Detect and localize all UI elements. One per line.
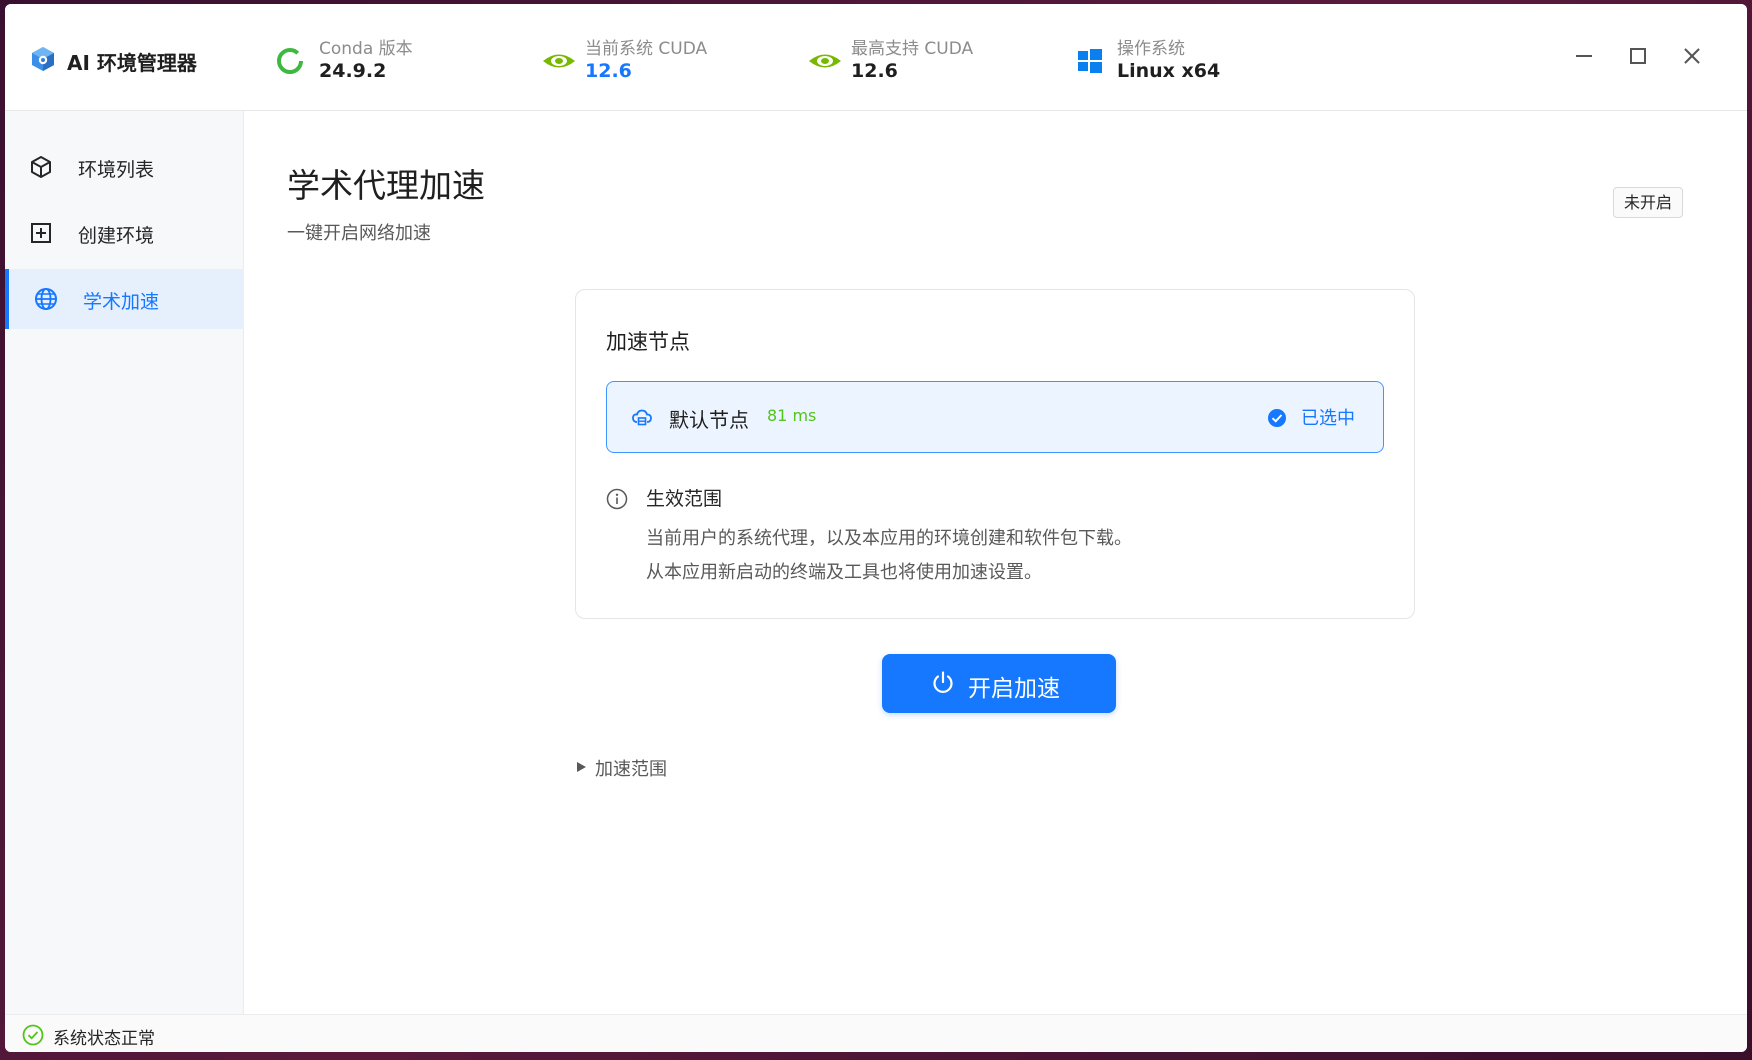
close-icon[interactable] — [1678, 42, 1706, 70]
node-name: 默认节点 — [669, 408, 749, 432]
app-logo-icon — [32, 47, 54, 71]
conda-version-label: Conda 版本 — [319, 39, 413, 59]
power-icon — [933, 671, 953, 693]
conda-version-value: 24.9.2 — [319, 60, 387, 82]
sidebar-item-label: 学术加速 — [83, 291, 160, 313]
globe-icon — [35, 288, 57, 310]
header: AI 环境管理器 Conda 版本 24.9.2 当前系统 CUDA 12.6 — [5, 4, 1747, 111]
scope-description-line: 当前用户的系统代理，以及本应用的环境创建和软件包下载。 — [646, 528, 1132, 549]
current-cuda-value: 12.6 — [585, 60, 632, 82]
sidebar-item-label: 创建环境 — [78, 225, 155, 247]
conda-icon — [277, 48, 303, 74]
card-title: 加速节点 — [606, 330, 690, 354]
status-text: 系统状态正常 — [53, 1029, 155, 1049]
os-label: 操作系统 — [1117, 39, 1185, 59]
maximize-icon[interactable] — [1624, 42, 1652, 70]
scope-description-line: 从本应用新启动的终端及工具也将使用加速设置。 — [646, 562, 1042, 583]
check-circle-icon — [1268, 409, 1286, 427]
status-bar: 系统状态正常 — [5, 1014, 1747, 1052]
minimize-icon[interactable] — [1570, 42, 1598, 70]
cloud-server-icon — [632, 409, 652, 426]
main-content: 学术代理加速 一键开启网络加速 未开启 加速节点 默认节点 81 ms 已选中 — [245, 111, 1747, 1014]
sidebar-item-label: 环境列表 — [78, 159, 155, 181]
app-title: AI 环境管理器 — [67, 51, 197, 75]
check-circle-icon — [22, 1024, 44, 1046]
sidebar: 环境列表 创建环境 学术加速 — [5, 111, 244, 1014]
scope-title: 生效范围 — [646, 488, 723, 510]
expander-label: 加速范围 — [595, 759, 667, 780]
app-window: AI 环境管理器 Conda 版本 24.9.2 当前系统 CUDA 12.6 — [5, 4, 1747, 1052]
info-icon — [606, 488, 628, 510]
status-badge: 未开启 — [1613, 187, 1684, 218]
sidebar-item-create-env[interactable]: 创建环境 — [5, 203, 244, 263]
acceleration-node-card: 加速节点 默认节点 81 ms 已选中 生效范围 当前用户的系统代理，以及本应用… — [575, 289, 1415, 619]
start-acceleration-label: 开启加速 — [968, 675, 1060, 701]
plus-square-icon — [31, 223, 51, 243]
nvidia-icon — [543, 54, 575, 68]
windows-icon — [1078, 49, 1102, 73]
current-cuda-label: 当前系统 CUDA — [585, 39, 708, 59]
max-cuda-label: 最高支持 CUDA — [851, 39, 974, 59]
caret-right-icon — [577, 762, 586, 772]
start-acceleration-button[interactable]: 开启加速 — [882, 654, 1116, 713]
node-selected-label: 已选中 — [1301, 408, 1355, 429]
sidebar-item-academic-acceleration[interactable]: 学术加速 — [5, 269, 244, 329]
nvidia-icon — [809, 54, 841, 68]
page-subtitle: 一键开启网络加速 — [287, 223, 431, 244]
sidebar-item-env-list[interactable]: 环境列表 — [5, 137, 244, 197]
os-value: Linux x64 — [1117, 60, 1221, 82]
node-option-default[interactable]: 默认节点 81 ms 已选中 — [606, 381, 1384, 453]
cube-icon — [31, 156, 51, 178]
node-latency: 81 ms — [767, 406, 817, 425]
page-title: 学术代理加速 — [287, 166, 485, 205]
max-cuda-value: 12.6 — [851, 60, 898, 82]
